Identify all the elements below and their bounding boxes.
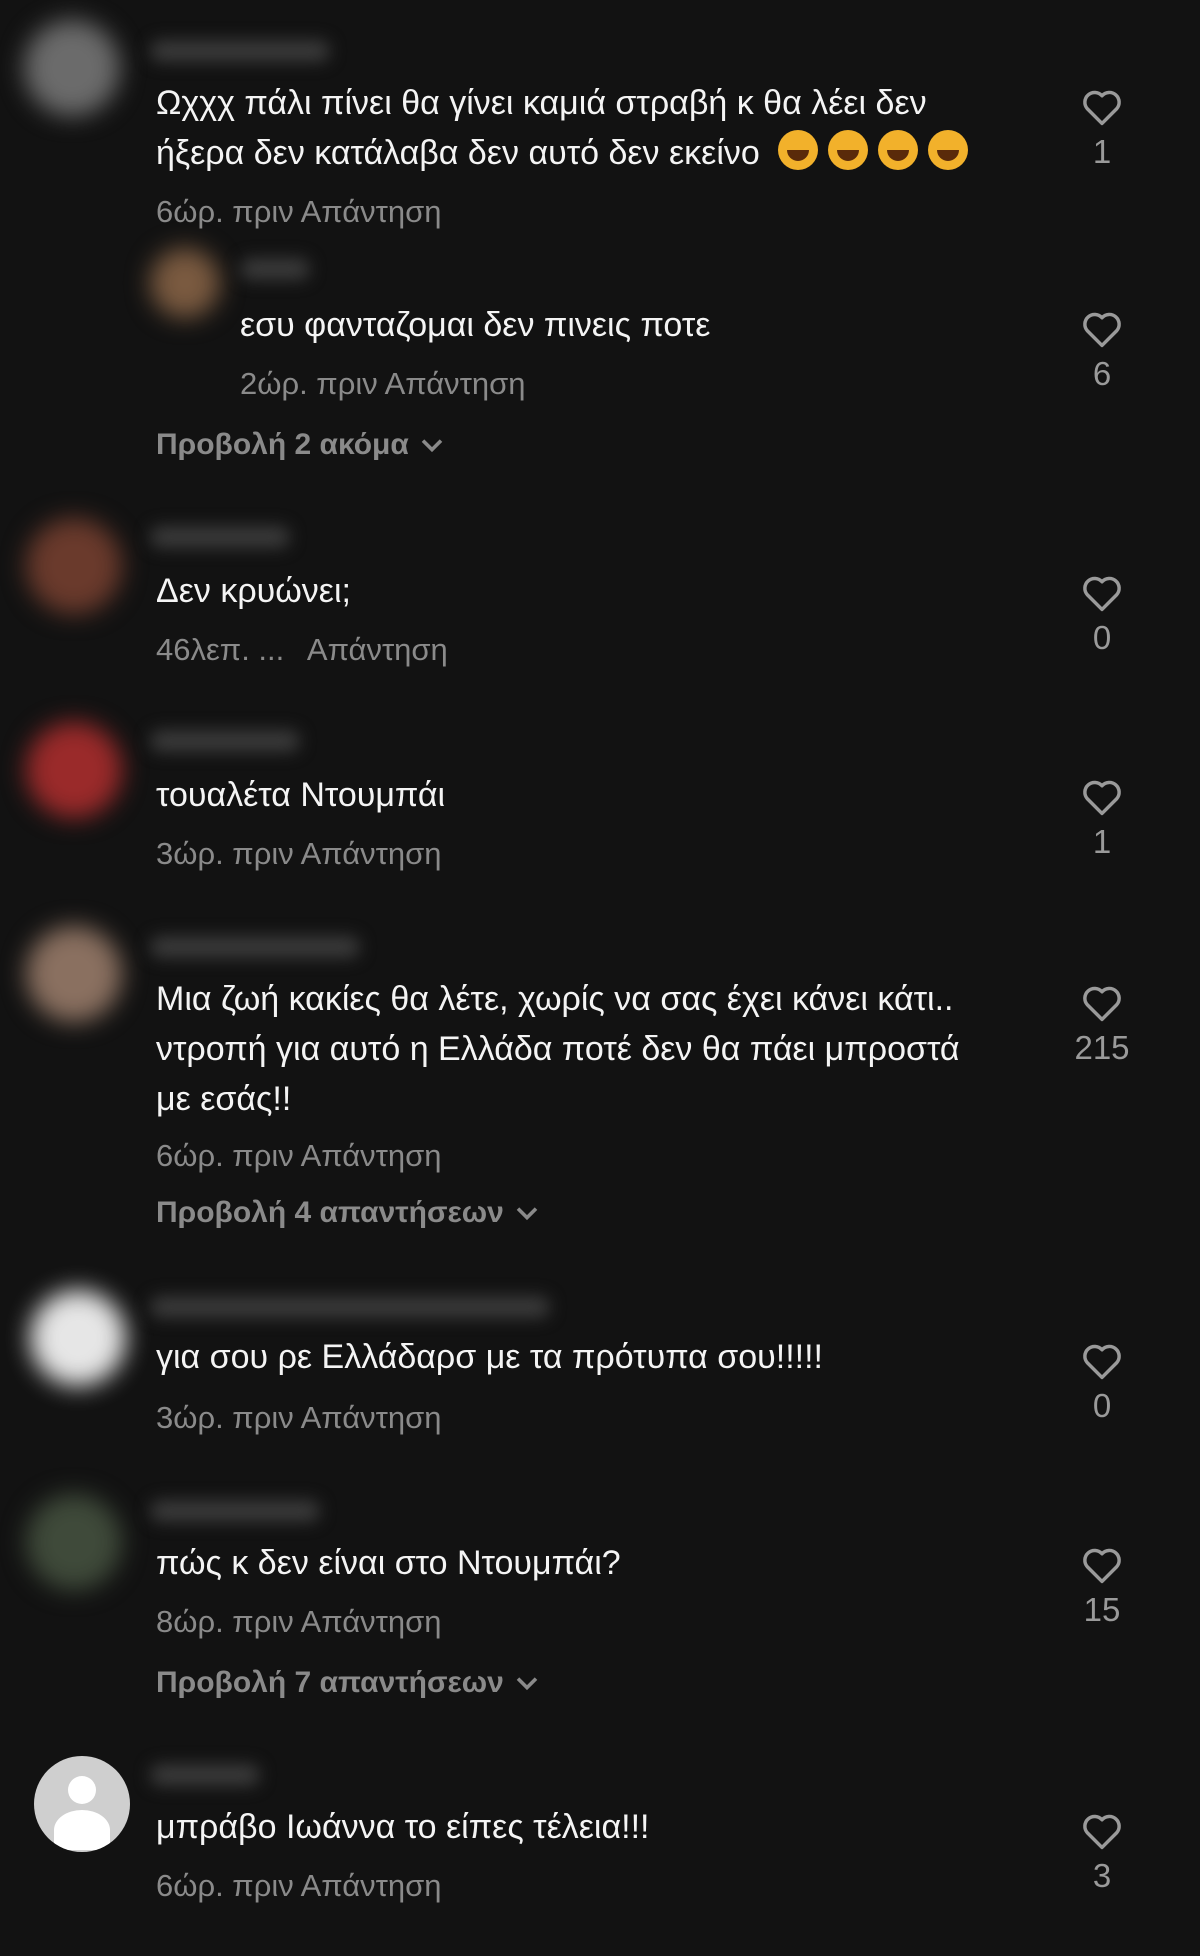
heart-outline-icon	[1083, 1814, 1121, 1850]
comment-text: για σου ρε Ελλάδαρσ με τα πρότυπα σου!!!…	[156, 1338, 824, 1376]
heart-outline-icon	[1083, 576, 1121, 612]
view-more-replies-button[interactable]: Προβολή 2 ακόμα	[156, 428, 445, 463]
avatar-default[interactable]	[34, 1756, 130, 1852]
heart-outline-icon	[1083, 986, 1121, 1022]
like-button[interactable]: 3	[1062, 1812, 1142, 1896]
like-button[interactable]: 1	[1062, 778, 1142, 862]
rolling-on-floor-laughing-emoji	[877, 130, 918, 170]
reply-button[interactable]: Απάντηση	[301, 836, 442, 871]
comment-meta: 6ώρ. πριν Απάντηση	[156, 1136, 442, 1176]
like-count: 1	[1092, 133, 1112, 170]
heart-outline-icon	[1083, 312, 1121, 348]
comment-meta: 6ώρ. πριν Απάντηση	[156, 192, 442, 232]
comment-text: μπράβο Ιωάννα το είπες τέλεια!!!	[156, 1808, 650, 1846]
comment-meta: 6ώρ. πριν Απάντηση	[156, 1866, 442, 1906]
comment-text: πώς κ δεν είναι στο Ντουμπάι?	[156, 1544, 621, 1582]
like-count: 1	[1092, 823, 1112, 860]
avatar[interactable]	[24, 20, 120, 116]
comment-text: εσυ φανταζομαι δεν πινεις ποτε	[240, 306, 711, 344]
comment-meta: 46λεπ. ... Απάντηση	[156, 630, 448, 670]
heart-outline-icon	[1083, 780, 1121, 816]
like-count: 0	[1092, 619, 1112, 656]
like-button[interactable]: 15	[1062, 1546, 1142, 1630]
comment-text: τουαλέτα Ντουμπάι	[156, 776, 446, 814]
comment-meta: 2ώρ. πριν Απάντηση	[240, 364, 526, 404]
like-count: 6	[1092, 355, 1112, 392]
username-blurred[interactable]	[150, 1500, 320, 1522]
avatar[interactable]	[26, 1494, 122, 1590]
comment-time: 6ώρ. πριν	[156, 194, 294, 229]
comment-time: 3ώρ. πριν	[156, 1400, 294, 1435]
heart-outline-icon	[1083, 90, 1121, 126]
like-count: 215	[1074, 1029, 1130, 1066]
comment-text: Ωχχχ πάλι πίνει θα γίνει καμιά στραβή κ …	[156, 78, 968, 178]
comment-text: Μια ζωή κακίες θα λέτε, χωρίς να σας έχε…	[156, 980, 960, 1118]
username-blurred[interactable]	[150, 730, 300, 752]
rolling-on-floor-laughing-emoji	[927, 130, 968, 170]
rolling-on-floor-laughing-emoji	[777, 130, 818, 170]
chevron-down-icon	[419, 429, 445, 463]
comment-text: Δεν κρυώνει;	[156, 572, 351, 610]
username-blurred[interactable]	[240, 258, 310, 280]
heart-outline-icon	[1083, 1344, 1121, 1380]
like-button[interactable]: 0	[1062, 1342, 1142, 1426]
rolling-on-floor-laughing-emoji	[827, 130, 868, 170]
username-blurred[interactable]	[150, 1296, 550, 1318]
view-more-replies-button[interactable]: Προβολή 4 απαντήσεων	[156, 1196, 540, 1231]
comment-time: 8ώρ. πριν	[156, 1604, 294, 1639]
username-blurred[interactable]	[150, 1764, 260, 1786]
reply-button[interactable]: Απάντηση	[301, 1868, 442, 1903]
reply-button[interactable]: Απάντηση	[301, 1400, 442, 1435]
comment-meta: 8ώρ. πριν Απάντηση	[156, 1602, 442, 1642]
like-button[interactable]: 0	[1062, 574, 1142, 658]
chevron-down-icon	[514, 1197, 540, 1231]
comment-time: 6ώρ. πριν	[156, 1868, 294, 1903]
view-more-replies-button[interactable]: Προβολή 7 απαντήσεων	[156, 1666, 540, 1701]
like-count: 3	[1092, 1857, 1112, 1894]
heart-outline-icon	[1083, 1548, 1121, 1584]
like-count: 0	[1092, 1387, 1112, 1424]
username-blurred[interactable]	[150, 40, 330, 62]
username-blurred[interactable]	[150, 526, 290, 548]
comment-time: 6ώρ. πριν	[156, 1138, 294, 1173]
like-button[interactable]: 215	[1062, 984, 1142, 1068]
comment-time: 3ώρ. πριν	[156, 836, 294, 871]
comment-meta: 3ώρ. πριν Απάντηση	[156, 1398, 442, 1438]
comment-meta: 3ώρ. πριν Απάντηση	[156, 834, 442, 874]
username-blurred[interactable]	[150, 936, 360, 958]
avatar[interactable]	[26, 518, 122, 614]
reply-button[interactable]: Απάντηση	[301, 194, 442, 229]
avatar[interactable]	[26, 926, 122, 1022]
reply-button[interactable]: Απάντηση	[307, 632, 448, 667]
reply-button[interactable]: Απάντηση	[301, 1604, 442, 1639]
like-button[interactable]: 6	[1062, 310, 1142, 394]
comment-time: 2ώρ. πριν	[240, 366, 378, 401]
chevron-down-icon	[514, 1667, 540, 1701]
like-count: 15	[1083, 1591, 1121, 1628]
avatar[interactable]	[30, 1290, 126, 1386]
avatar[interactable]	[26, 722, 122, 818]
reply-button[interactable]: Απάντηση	[301, 1138, 442, 1173]
reply-button[interactable]: Απάντηση	[385, 366, 526, 401]
comment-time: 46λεπ. ...	[156, 632, 285, 667]
like-button[interactable]: 1	[1062, 88, 1142, 172]
avatar[interactable]	[150, 248, 220, 318]
